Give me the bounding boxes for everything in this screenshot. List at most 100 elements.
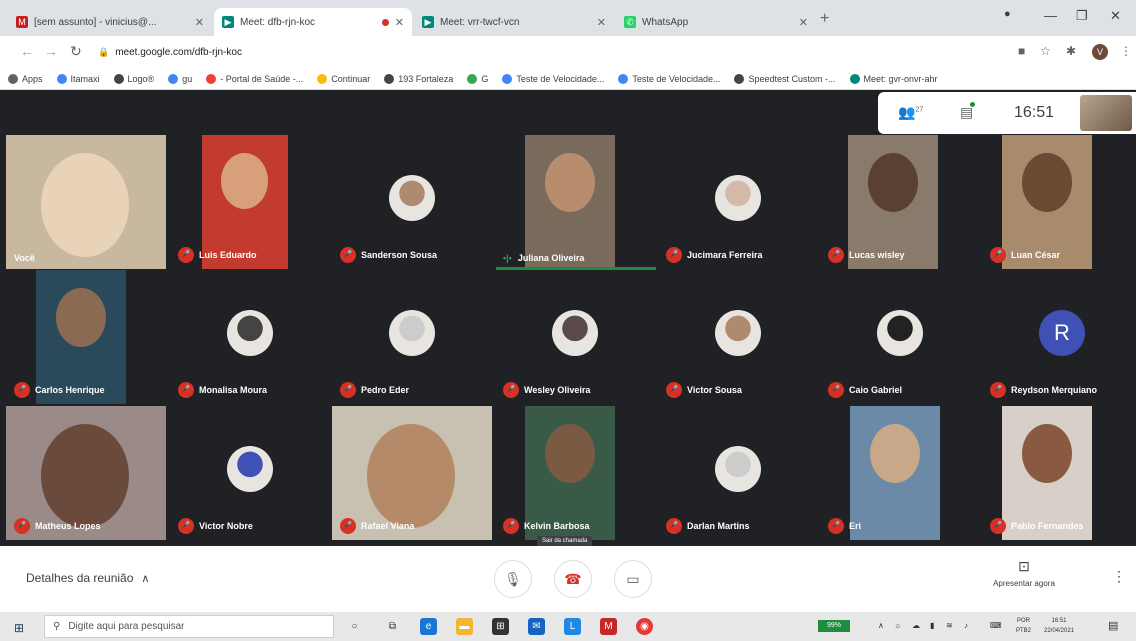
app-icon[interactable]: M (600, 618, 617, 635)
participant-name-tag: 🎤 Victor Sousa (666, 382, 742, 398)
menu-icon[interactable]: ⋮ (1120, 44, 1132, 58)
browser-tab[interactable]: M [sem assunto] - vinicius@... ✕ (8, 8, 212, 36)
bookmark-item[interactable]: Logo® (113, 73, 154, 84)
back-button[interactable]: ← (20, 43, 34, 59)
browser-tab[interactable]: ▶ Meet: vrr-twcf-vcn ✕ (414, 8, 614, 36)
close-window-button[interactable]: ✕ (1110, 8, 1121, 24)
participant-tile[interactable]: 🎤 Rafael Viana (332, 406, 492, 540)
bookmark-item[interactable]: gu (168, 73, 192, 84)
keyboard-icon[interactable]: ⌨ (990, 621, 1002, 630)
participant-tile[interactable]: 🎤 Matheus Lopes (6, 406, 166, 540)
participant-count: 27 (915, 106, 924, 114)
more-options-icon[interactable]: ⋮ (1112, 568, 1126, 585)
chrome-icon[interactable]: ◉ (636, 618, 653, 635)
tab-label: Meet: vrr-twcf-vcn (440, 16, 520, 28)
participant-tile[interactable]: •|• Juliana Oliveira (495, 135, 655, 269)
bookmark-item[interactable]: - Portal de Saúde -... (206, 73, 303, 84)
bookmark-label: Meet: gvr-onvr-ahr (863, 73, 938, 84)
battery-icon[interactable]: ▮ (930, 621, 934, 630)
weather-icon[interactable]: ☼ (894, 621, 901, 630)
people-icon[interactable]: 👥27 (898, 104, 923, 121)
tray-arrow-icon[interactable]: ∧ (878, 621, 884, 630)
onedrive-icon[interactable]: ☁ (912, 621, 920, 630)
self-view-thumbnail[interactable] (1080, 95, 1132, 131)
store-icon[interactable]: ⊞ (492, 618, 509, 635)
avatar[interactable]: V (1092, 44, 1108, 60)
screen: M [sem assunto] - vinicius@... ✕ ▶ Meet:… (0, 0, 1136, 641)
participant-tile[interactable]: 🎤 Eri (820, 406, 980, 540)
forward-button[interactable]: → (44, 43, 58, 59)
camera-button[interactable]: ▭ (614, 560, 652, 598)
edge-icon[interactable]: e (420, 618, 437, 635)
participant-tile[interactable]: 🎤 Victor Nobre (170, 406, 330, 540)
taskbar-search-input[interactable]: ⚲ Digite aqui para pesquisar (44, 615, 334, 638)
bookmark-item[interactable]: Continuar (317, 73, 370, 84)
browser-tab[interactable]: ✆ WhatsApp ✕ (616, 8, 816, 36)
mail-icon[interactable]: ✉ (528, 618, 545, 635)
account-icon[interactable]: ● (1004, 8, 1011, 20)
reload-button[interactable]: ↻ (70, 43, 82, 60)
bookmark-item[interactable]: Teste de Velocidade... (618, 73, 720, 84)
participant-tile[interactable]: 🎤 Luan César (982, 135, 1136, 269)
app-icon[interactable]: L (564, 618, 581, 635)
browser-tab-active[interactable]: ▶ Meet: dfb-rjn-koc ✕ (214, 8, 412, 36)
participant-tile[interactable]: 🎤 Lucas wisley (820, 135, 980, 269)
participant-tile[interactable]: 🎤 Kelvin Barbosa (495, 406, 655, 540)
participant-face (868, 153, 918, 212)
bookmark-item[interactable]: Teste de Velocidade... (502, 73, 604, 84)
avatar (389, 310, 435, 356)
system-clock[interactable]: 16:51 22/04/2021 (1044, 616, 1074, 636)
close-icon[interactable]: ✕ (597, 16, 606, 29)
participant-name-tag: •|• Juliana Oliveira (503, 253, 584, 263)
bookmark-item[interactable]: Speedtest Custom -... (734, 73, 836, 84)
maximize-button[interactable]: ❐ (1076, 8, 1088, 24)
participant-tile[interactable]: Você (6, 135, 166, 269)
star-icon[interactable]: ☆ (1040, 44, 1051, 58)
volume-icon[interactable]: ♪ (964, 621, 968, 630)
participant-tile[interactable]: 🎤 Pablo Fernandes (982, 406, 1136, 540)
participant-tile[interactable]: 🎤 Victor Sousa (658, 270, 818, 404)
meeting-details-button[interactable]: Detalhes da reunião ∧ (26, 571, 149, 585)
bookmark-icon (56, 73, 67, 84)
windows-start-icon[interactable]: ⊞ (14, 621, 24, 635)
chat-icon[interactable]: ▤ (960, 102, 975, 121)
keyboard-layout: PTB2 (1016, 628, 1032, 634)
avatar (227, 310, 273, 356)
bookmark-item[interactable]: 193 Fortaleza (384, 73, 453, 84)
participant-tile[interactable]: 🎤 Caio Gabriel (820, 270, 980, 404)
notifications-icon[interactable]: ▤ (1108, 619, 1118, 632)
close-icon[interactable]: ✕ (395, 16, 404, 29)
microphone-button[interactable]: 🎙 (494, 560, 532, 598)
new-tab-button[interactable]: + (820, 10, 829, 28)
tooltip: Sair da chamada (537, 536, 593, 546)
muted-mic-icon: 🎤 (990, 518, 1006, 534)
participant-tile[interactable]: 🎤 Carlos Henrique (6, 270, 166, 404)
participant-name-tag: 🎤 Rafael Viana (340, 518, 414, 534)
bookmark-item[interactable]: Itamaxi (56, 73, 100, 84)
participant-tile[interactable]: 🎤 Sanderson Sousa (332, 135, 492, 269)
camera-indicator-icon[interactable]: ■ (1018, 44, 1025, 58)
minimize-button[interactable]: — (1044, 8, 1057, 23)
participant-tile[interactable]: 🎤 Luis Eduardo (170, 135, 330, 269)
participant-tile[interactable]: 🎤 Jucimara Ferreira (658, 135, 818, 269)
language-indicator[interactable]: POR PTB2 (1016, 616, 1031, 636)
participant-name-tag: 🎤 Carlos Henrique (14, 382, 105, 398)
bookmark-item[interactable]: Meet: gvr-onvr-ahr (849, 73, 938, 84)
end-call-button[interactable]: ☎ (554, 560, 592, 598)
bookmark-item[interactable]: Apps (8, 73, 43, 84)
participant-tile[interactable]: 🎤 Pedro Eder (332, 270, 492, 404)
bookmark-item[interactable]: G (467, 73, 488, 84)
network-icon[interactable]: ≋ (946, 621, 953, 630)
file-explorer-icon[interactable]: ▬ (456, 618, 473, 635)
participant-tile[interactable]: 🎤 Monalisa Moura (170, 270, 330, 404)
cortana-icon[interactable]: ○ (346, 618, 363, 635)
participant-tile[interactable]: 🎤 Wesley Oliveira (495, 270, 655, 404)
extensions-icon[interactable]: ✱ (1066, 44, 1076, 58)
participant-tile[interactable]: R 🎤 Reydson Merquiano (982, 270, 1136, 404)
present-now-button[interactable]: ⊡ Apresentar agora (984, 558, 1064, 588)
participant-tile[interactable]: 🎤 Darlan Martins (658, 406, 818, 540)
task-view-icon[interactable]: ⧉ (384, 618, 401, 635)
close-icon[interactable]: ✕ (195, 16, 204, 29)
address-bar[interactable]: 🔒 meet.google.com/dfb-rjn-koc (98, 41, 998, 63)
close-icon[interactable]: ✕ (799, 16, 808, 29)
